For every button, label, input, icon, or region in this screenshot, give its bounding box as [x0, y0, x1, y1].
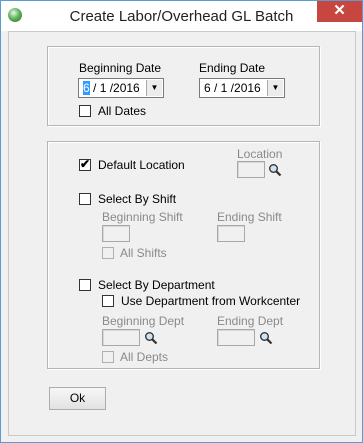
ending-date-value: 6 / 1 /2016 [204, 81, 261, 95]
date-group: Beginning Date 6 / 1 /2016 ▼ Ending Date… [47, 46, 320, 126]
ending-dept-label: Ending Dept [217, 314, 284, 328]
beginning-date-rest: / 1 /2016 [89, 81, 140, 95]
beginning-dept-field[interactable] [102, 329, 140, 346]
select-by-department-checkbox[interactable] [79, 279, 91, 291]
beginning-shift-label: Beginning Shift [102, 210, 183, 224]
title-bar[interactable]: Create Labor/Overhead GL Batch ✕ [1, 1, 362, 31]
all-depts-checkbox[interactable] [102, 351, 114, 363]
ending-shift-label: Ending Shift [217, 210, 282, 224]
dialog-window: Create Labor/Overhead GL Batch ✕ Beginni… [0, 0, 363, 443]
ending-shift-field[interactable] [217, 225, 245, 242]
use-department-from-workcenter-checkbox[interactable] [102, 295, 114, 307]
beginning-shift-field[interactable] [102, 225, 130, 242]
dialog-client-area: Beginning Date 6 / 1 /2016 ▼ Ending Date… [8, 31, 356, 436]
ending-date-label: Ending Date [199, 61, 266, 75]
chevron-down-icon[interactable]: ▼ [146, 80, 162, 96]
ending-dept-field[interactable] [217, 329, 255, 346]
beginning-date-month-selected: 6 [83, 81, 90, 95]
all-depts-label: All Depts [120, 350, 169, 364]
magnifier-icon[interactable] [259, 331, 273, 345]
beginning-dept-label: Beginning Dept [102, 314, 185, 328]
beginning-date-label: Beginning Date [79, 61, 162, 75]
chevron-down-icon[interactable]: ▼ [267, 80, 283, 96]
checkmark-icon: ✔ [80, 157, 91, 171]
magnifier-icon[interactable] [268, 163, 282, 177]
all-dates-checkbox[interactable] [79, 105, 91, 117]
options-group: ✔ Default Location Location Select By Sh… [47, 141, 320, 369]
location-field[interactable] [237, 161, 265, 178]
all-shifts-checkbox[interactable] [102, 247, 114, 259]
magnifier-icon[interactable] [144, 331, 158, 345]
select-by-shift-checkbox[interactable] [79, 193, 91, 205]
ok-button[interactable]: Ok [49, 387, 106, 410]
ending-date-picker[interactable]: 6 / 1 /2016 ▼ [199, 78, 285, 98]
select-by-department-label: Select By Department [98, 278, 215, 292]
all-shifts-label: All Shifts [120, 246, 167, 260]
location-label: Location [237, 147, 283, 161]
select-by-shift-label: Select By Shift [98, 192, 177, 206]
default-location-label: Default Location [98, 158, 185, 172]
default-location-checkbox[interactable]: ✔ [79, 157, 91, 171]
beginning-date-picker[interactable]: 6 / 1 /2016 ▼ [78, 78, 164, 98]
close-button[interactable]: ✕ [317, 1, 362, 22]
all-dates-label: All Dates [98, 104, 147, 118]
use-department-from-workcenter-label: Use Department from Workcenter [121, 294, 301, 308]
window-title: Create Labor/Overhead GL Batch [69, 8, 294, 25]
